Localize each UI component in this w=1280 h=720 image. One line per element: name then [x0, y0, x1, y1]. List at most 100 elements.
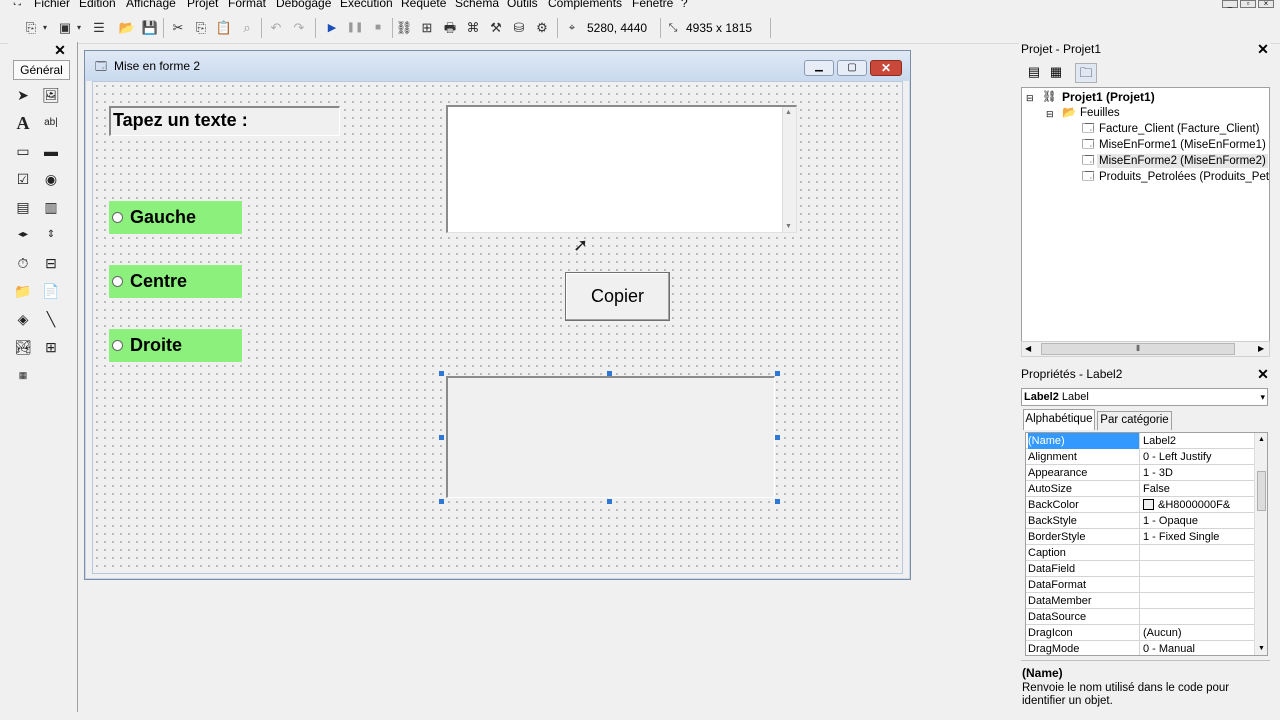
copy-icon[interactable]: ⎘ — [192, 19, 210, 37]
checkbox-icon[interactable]: ☑ — [12, 168, 34, 190]
form-canvas[interactable]: Tapez un texte : Gauche Centre Droite ▲ … — [92, 81, 903, 574]
view-code-icon[interactable]: ▤ — [1025, 64, 1043, 82]
redo-icon[interactable]: ↷ — [290, 19, 308, 37]
collapse-icon[interactable]: ⊟ — [1046, 107, 1054, 121]
add-project-icon[interactable]: ⎘ — [22, 19, 40, 37]
property-value[interactable]: Label2 — [1143, 433, 1255, 449]
chevron-down-icon[interactable]: ▾ — [1260, 389, 1265, 405]
shape-icon[interactable]: ◈ — [12, 308, 34, 330]
property-value[interactable]: 1 - Opaque — [1143, 513, 1255, 529]
component-manager-icon[interactable]: ⚙ — [533, 19, 551, 37]
input-textbox[interactable]: ▲ ▼ — [446, 105, 797, 233]
property-row[interactable]: DragMode 0 - Manual — [1026, 641, 1256, 655]
prompt-label[interactable]: Tapez un texte : — [109, 106, 340, 136]
selection-handle[interactable] — [439, 499, 444, 504]
filelistbox-icon[interactable]: 📄 — [40, 280, 62, 302]
pointer-icon[interactable]: ➤ — [12, 84, 34, 106]
scroll-down-icon[interactable]: ▼ — [1258, 645, 1265, 652]
project-explorer-icon[interactable]: ⛓ — [395, 19, 413, 37]
menu-projet[interactable]: Projet — [187, 0, 218, 10]
scroll-up-icon[interactable]: ▲ — [1258, 436, 1265, 443]
output-label[interactable] — [446, 376, 775, 498]
selection-handle[interactable] — [607, 499, 612, 504]
form-maximize-button[interactable]: ▢ — [837, 60, 867, 76]
option-gauche[interactable]: Gauche — [109, 201, 242, 234]
property-row[interactable]: BackStyle 1 - Opaque — [1026, 513, 1256, 529]
project-hscrollbar[interactable]: ◀ ⦀ ▶ — [1021, 341, 1270, 357]
tab-alphabetique[interactable]: Alphabétique — [1023, 409, 1095, 430]
data-icon[interactable]: ⊞ — [40, 336, 62, 358]
textbox-scrollbar[interactable]: ▲ ▼ — [782, 107, 796, 232]
property-value[interactable]: (Aucun) — [1143, 625, 1255, 641]
selection-handle[interactable] — [775, 371, 780, 376]
combobox-icon[interactable]: ▤ — [12, 196, 34, 218]
project-panel-close-icon[interactable]: ✕ — [1256, 42, 1270, 56]
properties-panel-close-icon[interactable]: ✕ — [1256, 367, 1270, 381]
selection-handle[interactable] — [607, 371, 612, 376]
property-value[interactable]: &H8000000F& — [1143, 497, 1255, 513]
option-droite[interactable]: Droite — [109, 329, 242, 362]
toggle-folders-icon[interactable]: 🗀 — [1075, 63, 1097, 83]
listbox-icon[interactable]: ▥ — [40, 196, 62, 218]
menu-editor-icon[interactable]: ☰ — [90, 19, 108, 37]
menu-schema[interactable]: Schema — [455, 0, 499, 10]
tree-node-folder[interactable]: Feuilles — [1080, 106, 1120, 120]
property-value[interactable]: 1 - 3D — [1143, 465, 1255, 481]
property-value[interactable]: False — [1143, 481, 1255, 497]
property-value[interactable]: 0 - Manual — [1143, 641, 1255, 655]
scroll-down-icon[interactable]: ▼ — [785, 223, 792, 230]
commandbutton-icon[interactable]: ▬ — [40, 140, 62, 162]
optionbutton-icon[interactable]: ◉ — [40, 168, 62, 190]
property-row[interactable]: DataFormat — [1026, 577, 1256, 593]
option-centre[interactable]: Centre — [109, 265, 242, 298]
property-row[interactable]: DataField — [1026, 561, 1256, 577]
hscrollbar-icon[interactable]: ◂▸ — [12, 224, 34, 246]
form-layout-icon[interactable]: 🖶 — [441, 19, 459, 37]
form-minimize-button[interactable]: ▁ — [804, 60, 834, 76]
toolbox-close-icon[interactable]: ✕ — [53, 43, 67, 57]
menu-debogage[interactable]: Debogage — [276, 0, 331, 10]
tree-node-form[interactable]: Facture_Client (Facture_Client) — [1099, 122, 1259, 136]
scroll-right-icon[interactable]: ▶ — [1258, 344, 1264, 353]
close-icon[interactable]: × — [1258, 0, 1274, 8]
image-icon[interactable]: 🏞 — [12, 336, 34, 358]
tree-node-form-selected[interactable]: MiseEnForme2 (MiseEnForme2) — [1097, 154, 1268, 168]
save-icon[interactable]: 💾 — [141, 19, 159, 37]
paste-icon[interactable]: 📋 — [215, 19, 233, 37]
dirlistbox-icon[interactable]: 📁 — [12, 280, 34, 302]
selection-handle[interactable] — [775, 435, 780, 440]
property-row[interactable]: DataSource — [1026, 609, 1256, 625]
menu-format[interactable]: Format — [228, 0, 266, 10]
undo-icon[interactable]: ↶ — [267, 19, 285, 37]
property-row[interactable]: BackColor &H8000000F& — [1026, 497, 1256, 513]
run-icon[interactable]: ▶ — [323, 19, 341, 37]
property-value[interactable]: 1 - Fixed Single — [1143, 529, 1255, 545]
open-icon[interactable]: 📂 — [118, 19, 136, 37]
menu-execution[interactable]: Execution — [340, 0, 393, 10]
property-row[interactable]: (Name) Label2 — [1026, 433, 1256, 449]
property-value[interactable]: 0 - Left Justify — [1143, 449, 1255, 465]
dropdown-arrow-icon[interactable]: ▾ — [74, 19, 84, 37]
property-row[interactable]: Caption — [1026, 545, 1256, 561]
pause-icon[interactable]: ❚❚ — [346, 19, 364, 37]
minimize-icon[interactable]: _ — [1222, 0, 1238, 8]
frame-icon[interactable]: ▭ — [12, 140, 34, 162]
menu-help[interactable]: ? — [681, 0, 688, 10]
property-row[interactable]: BorderStyle 1 - Fixed Single — [1026, 529, 1256, 545]
stop-icon[interactable]: ■ — [369, 19, 387, 37]
selection-handle[interactable] — [775, 499, 780, 504]
timer-icon[interactable]: ⏱ — [12, 252, 34, 274]
menu-complements[interactable]: Complements — [548, 0, 622, 10]
menu-outils[interactable]: Outils — [507, 0, 538, 10]
toolbox-icon[interactable]: ⚒ — [487, 19, 505, 37]
picturebox-icon[interactable]: 🖼 — [40, 84, 62, 106]
scroll-left-icon[interactable]: ◀ — [1025, 344, 1031, 353]
tree-node-form[interactable]: Produits_Petrolées (Produits_Petrol — [1099, 170, 1269, 184]
drivelistbox-icon[interactable]: ⊟ — [40, 252, 62, 274]
add-form-icon[interactable]: ▣ — [56, 19, 74, 37]
property-row[interactable]: DataMember — [1026, 593, 1256, 609]
view-object-icon[interactable]: ▦ — [1047, 64, 1065, 82]
scroll-thumb[interactable]: ⦀ — [1041, 343, 1235, 355]
toolbox-tab-general[interactable]: Général — [13, 60, 70, 80]
property-row[interactable]: AutoSize False — [1026, 481, 1256, 497]
